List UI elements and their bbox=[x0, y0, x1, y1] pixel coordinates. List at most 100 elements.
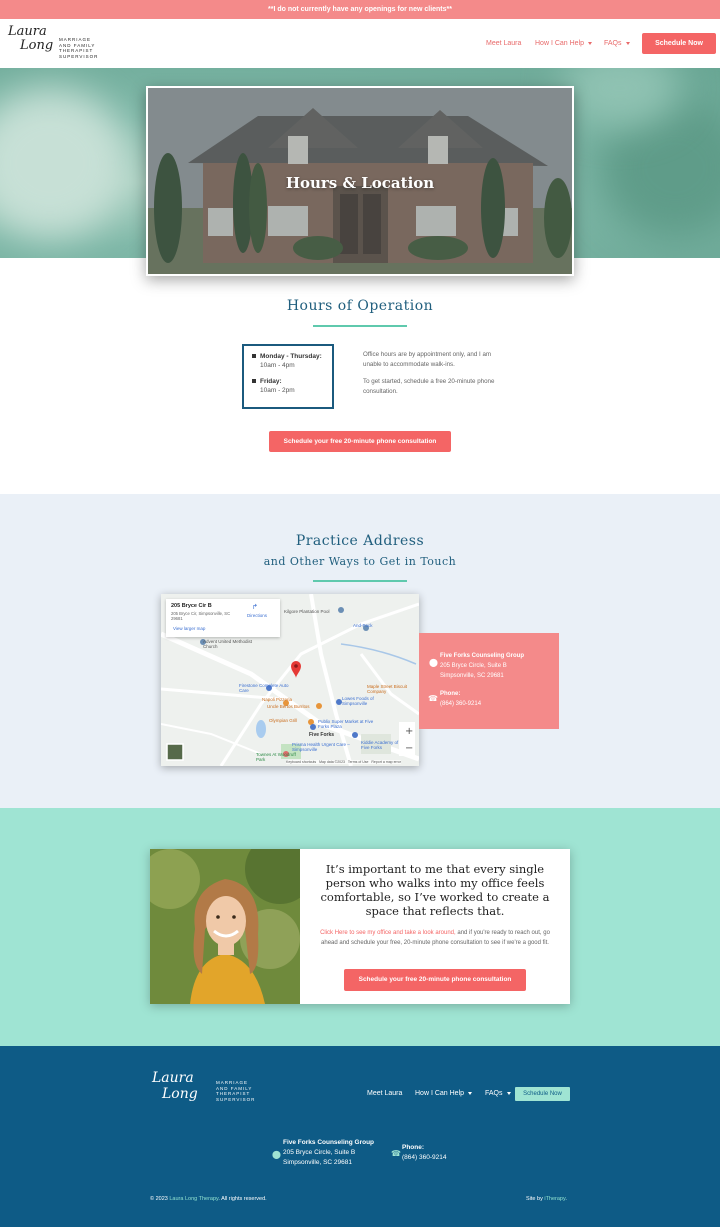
hero-office-photo: Hours & Location bbox=[146, 86, 574, 276]
map-label: Advent United Methodist Church bbox=[203, 639, 253, 649]
hours-box: Monday - Thursday: 10am - 4pm Friday: 10… bbox=[242, 344, 334, 409]
footer-phone: Phone: (864) 360-9214 bbox=[402, 1143, 446, 1163]
contact-phone: Phone: (864) 360-9214 bbox=[440, 689, 481, 709]
map-place-card: 205 Bryce Cir B 205 Bryce Cir, Simpsonvi… bbox=[166, 599, 280, 637]
footer-nav-how-i-can-help-label: How I Can Help bbox=[415, 1090, 465, 1097]
contact-city: Simpsonville, SC 29681 bbox=[440, 673, 504, 679]
copyright-prefix: © 2023 bbox=[150, 1196, 170, 1202]
map-pin-icon: ⬤ bbox=[272, 1150, 281, 1159]
logo-tagline: MARRIAGE AND FAMILY THERAPIST SUPERVISOR bbox=[59, 37, 98, 59]
nav-meet-laura[interactable]: Meet Laura bbox=[486, 40, 521, 47]
nav-faqs[interactable]: FAQs bbox=[604, 40, 630, 47]
map-label: And-Pack bbox=[353, 623, 373, 628]
footer-nav-faqs-label: FAQs bbox=[485, 1090, 503, 1097]
map-label: Kiddie Academy of Five Forks bbox=[361, 740, 399, 750]
chevron-down-icon bbox=[588, 41, 593, 45]
office-tour-link[interactable]: Click Here to see my office and take a l… bbox=[320, 930, 456, 936]
map-footer: Keyboard shortcuts Map data ©2023 Terms … bbox=[286, 760, 401, 764]
footer-phone-label: Phone: bbox=[402, 1144, 425, 1151]
view-larger-map-link[interactable]: View larger map bbox=[173, 626, 205, 631]
map-label: Kilgore Plantation Pool bbox=[284, 609, 330, 614]
copyright-link[interactable]: Laura Long Therapy bbox=[169, 1196, 218, 1202]
footer-address: Five Forks Counseling Group 205 Bryce Ci… bbox=[283, 1138, 374, 1168]
hours-heading: Hours of Operation bbox=[286, 298, 434, 314]
logo-last-name: Long bbox=[162, 1086, 198, 1102]
map-label: Uncle Bertos Burritos bbox=[267, 704, 310, 709]
logo-first-name: Laura bbox=[8, 24, 47, 39]
calendar-icon bbox=[252, 354, 256, 359]
portrait-illustration bbox=[150, 849, 300, 1004]
nav-faqs-label: FAQs bbox=[604, 40, 622, 47]
logo-tagline: MARRIAGE AND FAMILY THERAPIST SUPERVISOR bbox=[216, 1080, 255, 1102]
site-credit-prefix: Site by bbox=[526, 1196, 545, 1202]
map-label: Prisma Health Urgent Care – Simpsonville bbox=[292, 742, 350, 752]
hours-note-walkins: Office hours are by appointment only, an… bbox=[363, 351, 492, 368]
logo-tagline-4: SUPERVISOR bbox=[216, 1096, 256, 1102]
directions-icon[interactable]: ↱ bbox=[252, 603, 258, 611]
contact-phone-number[interactable]: (864) 360-9214 bbox=[440, 699, 481, 709]
map-label: Five Forks bbox=[309, 732, 335, 738]
chevron-down-icon bbox=[468, 1091, 473, 1095]
calendar-icon bbox=[252, 379, 256, 384]
contact-phone-label: Phone: bbox=[440, 691, 461, 697]
google-map[interactable]: + − 205 Bryce Cir B 205 Bryce Cir, Simps… bbox=[161, 594, 419, 766]
hours-note-consult: To get started, schedule a free 20-minut… bbox=[363, 378, 495, 395]
map-label: Lowes Foods of Simpsonville bbox=[342, 696, 374, 706]
logo-first-name: Laura bbox=[152, 1070, 194, 1086]
footer-phone-number[interactable]: (864) 360-9214 bbox=[402, 1153, 446, 1163]
site-footer: Laura Long MARRIAGE AND FAMILY THERAPIST… bbox=[0, 1046, 720, 1227]
site-credit-link[interactable]: iTherapy bbox=[544, 1196, 565, 1202]
page-title: Hours & Location bbox=[285, 174, 435, 192]
hours-time-label: 10am - 4pm bbox=[260, 362, 295, 369]
contact-box: ⬤ Five Forks Counseling Group 205 Bryce … bbox=[419, 633, 559, 729]
divider bbox=[313, 580, 407, 582]
hours-time-label: 10am - 2pm bbox=[260, 387, 295, 394]
footer-nav-how-i-can-help[interactable]: How I Can Help bbox=[415, 1090, 473, 1097]
footer-logo[interactable]: Laura Long MARRIAGE AND FAMILY THERAPIST… bbox=[150, 1071, 270, 1121]
address-heading: Practice Address bbox=[295, 533, 425, 549]
nav-how-i-can-help-label: How I Can Help bbox=[535, 40, 585, 47]
copyright: © 2023 Laura Long Therapy. All rights re… bbox=[150, 1196, 267, 1202]
map-pin-icon: ⬤ bbox=[429, 658, 438, 667]
map-label: Firestone Complete Auto Care bbox=[239, 683, 289, 693]
logo-last-name: Long bbox=[20, 38, 54, 53]
svg-text:+: + bbox=[405, 726, 413, 737]
map-place-title: 205 Bryce Cir B bbox=[171, 603, 212, 609]
site-header: Laura Long MARRIAGE AND FAMILY THERAPIST… bbox=[0, 19, 720, 68]
hours-slot-friday: Friday: 10am - 2pm bbox=[252, 378, 332, 394]
announcement-banner: **I do not currently have any openings f… bbox=[0, 0, 720, 19]
divider bbox=[313, 325, 407, 327]
logo-tagline-4: SUPERVISOR bbox=[59, 53, 99, 59]
copyright-suffix: . All rights reserved. bbox=[218, 1196, 267, 1202]
hero-blur-shape bbox=[0, 88, 130, 238]
schedule-now-button[interactable]: Schedule Now bbox=[642, 33, 716, 54]
footer-street: 205 Bryce Circle, Suite B bbox=[283, 1149, 356, 1156]
contact-address: Five Forks Counseling Group 205 Bryce Ci… bbox=[440, 651, 524, 681]
footer-nav-meet-laura[interactable]: Meet Laura bbox=[367, 1090, 402, 1097]
story-text: Click Here to see my office and take a l… bbox=[316, 928, 554, 948]
hours-slot-weekdays: Monday - Thursday: 10am - 4pm bbox=[252, 353, 332, 369]
chevron-down-icon bbox=[625, 41, 630, 45]
site-logo[interactable]: Laura Long MARRIAGE AND FAMILY THERAPIST… bbox=[6, 24, 98, 65]
footer-org: Five Forks Counseling Group bbox=[283, 1139, 375, 1146]
contact-street: 205 Bryce Circle, Suite B bbox=[440, 663, 507, 669]
therapist-photo bbox=[150, 849, 300, 1004]
map-label: Maple Street Biscuit Company bbox=[367, 684, 408, 694]
nav-how-i-can-help[interactable]: How I Can Help bbox=[535, 40, 593, 47]
footer-city: Simpsonville, SC 29681 bbox=[283, 1159, 353, 1166]
map-label: Publix Super Market at Five Forks Plaza bbox=[318, 719, 374, 729]
phone-icon: ☎ bbox=[391, 1149, 401, 1158]
directions-link[interactable]: Directions bbox=[247, 613, 267, 618]
map-label: Olympian Grill bbox=[269, 718, 298, 723]
schedule-consultation-button[interactable]: Schedule your free 20-minute phone consu… bbox=[269, 431, 451, 452]
logo-tagline-3: THERAPIST bbox=[59, 48, 94, 53]
footer-schedule-now-button[interactable]: Schedule Now bbox=[515, 1087, 570, 1101]
phone-icon: ☎ bbox=[428, 694, 438, 703]
hours-day-label: Monday - Thursday: bbox=[260, 353, 322, 360]
hours-day-label: Friday: bbox=[260, 378, 282, 385]
contact-org: Five Forks Counseling Group bbox=[440, 653, 525, 659]
svg-text:−: − bbox=[405, 743, 413, 754]
schedule-consultation-button[interactable]: Schedule your free 20-minute phone consu… bbox=[344, 969, 526, 991]
footer-nav-faqs[interactable]: FAQs bbox=[485, 1090, 511, 1097]
map-label: Napoli Pizzeria bbox=[262, 697, 293, 702]
